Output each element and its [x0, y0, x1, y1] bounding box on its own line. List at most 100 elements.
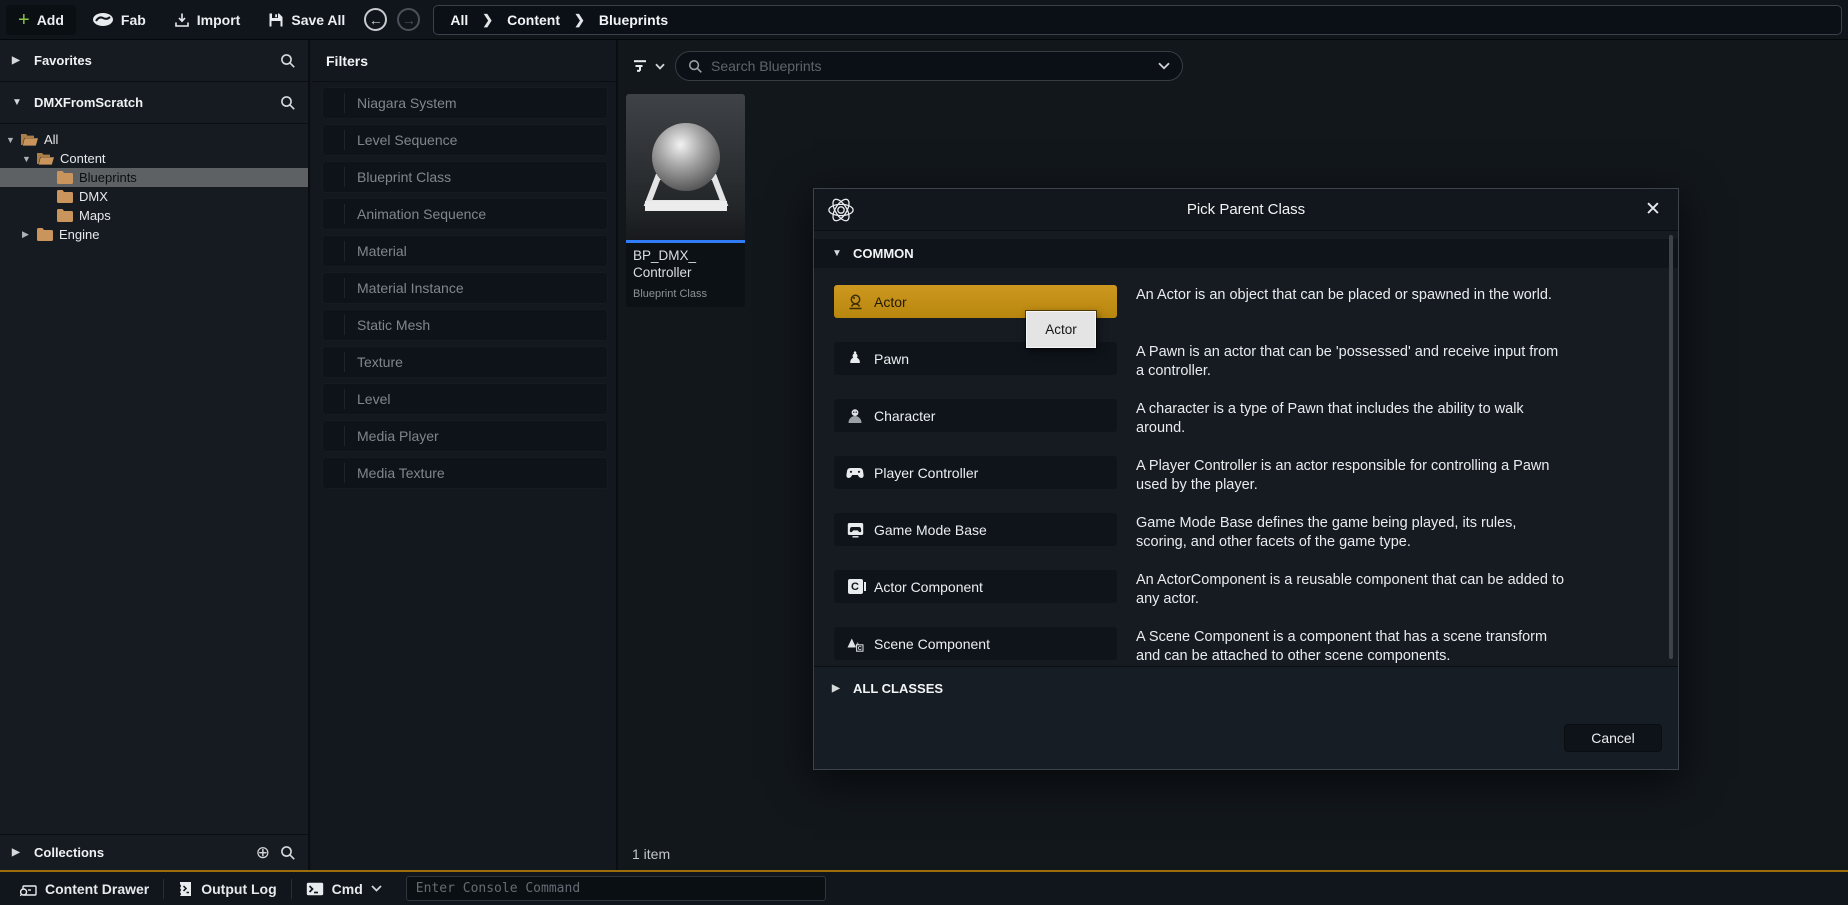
class-row-pawn: ♟ Pawn A Pawn is an actor that can be 'p…	[814, 342, 1678, 399]
asset-caption: BP_DMX_ Controller Blueprint Class	[626, 243, 745, 307]
content-drawer-icon	[20, 881, 37, 897]
filter-material-instance[interactable]: Material Instance	[322, 272, 608, 304]
output-log-button[interactable]: Output Log	[164, 872, 290, 905]
dialog-scrollbar[interactable]	[1669, 235, 1673, 659]
tree-item-label: All	[41, 132, 58, 147]
filter-static-mesh[interactable]: Static Mesh	[322, 309, 608, 341]
actor-icon	[846, 294, 864, 310]
asset-bp-dmx-controller[interactable]: BP_DMX_ Controller Blueprint Class	[626, 94, 745, 307]
filter-level-sequence[interactable]: Level Sequence	[322, 124, 608, 156]
collections-section-header[interactable]: ▶ Collections ⊕	[0, 834, 308, 870]
save-all-button[interactable]: Save All	[256, 5, 357, 35]
caret-right-icon[interactable]: ▶	[12, 847, 24, 858]
fab-button[interactable]: Fab	[80, 5, 158, 35]
search-icon[interactable]	[280, 53, 296, 69]
class-description: An ActorComponent is a reusable componen…	[1136, 570, 1566, 609]
tree-item-blueprints[interactable]: Blueprints	[0, 168, 308, 187]
filter-texture[interactable]: Texture	[322, 346, 608, 378]
folder-closed-icon	[37, 228, 53, 241]
cmd-label: Cmd	[332, 881, 363, 897]
class-option-game-mode-base[interactable]: Game Mode Base	[834, 513, 1117, 546]
output-log-icon	[178, 881, 193, 897]
search-input[interactable]	[711, 58, 1150, 74]
breadcrumb: All ❯ Content ❯ Blueprints	[433, 5, 1842, 35]
save-all-button-label: Save All	[291, 12, 345, 28]
class-option-label: Pawn	[874, 351, 909, 367]
folder-tree: ▼ All ▼ Content Blueprints DMX	[0, 124, 308, 244]
dialog-title: Pick Parent Class	[814, 201, 1678, 218]
filter-blueprint-class[interactable]: Blueprint Class	[322, 161, 608, 193]
all-classes-label: ALL CLASSES	[853, 681, 943, 696]
console-command-input[interactable]	[406, 876, 826, 901]
class-option-character[interactable]: Character	[834, 399, 1117, 432]
class-option-scene-component[interactable]: C Scene Component	[834, 627, 1117, 660]
filter-level[interactable]: Level	[322, 383, 608, 415]
class-description: An Actor is an object that can be placed…	[1136, 285, 1566, 305]
common-section-label: COMMON	[853, 246, 914, 261]
forward-button[interactable]: →	[397, 8, 420, 31]
chevron-right-icon: ❯	[574, 12, 585, 28]
chevron-down-icon[interactable]	[371, 885, 382, 892]
asset-name-line2: Controller	[633, 265, 738, 282]
tree-item-label: Maps	[76, 208, 111, 223]
filter-media-texture[interactable]: Media Texture	[322, 457, 608, 489]
output-log-label: Output Log	[201, 881, 276, 897]
collections-label: Collections	[34, 845, 104, 860]
add-button[interactable]: + Add	[6, 5, 76, 35]
caret-right-icon[interactable]: ▶	[12, 55, 24, 66]
import-button[interactable]: Import	[162, 5, 253, 35]
favorites-section-header[interactable]: ▶ Favorites	[0, 40, 308, 82]
caret-down-icon[interactable]: ▼	[22, 154, 34, 164]
all-classes-section-header[interactable]: ▶ ALL CLASSES	[814, 667, 1678, 696]
filter-animation-sequence[interactable]: Animation Sequence	[322, 198, 608, 230]
cancel-button[interactable]: Cancel	[1564, 724, 1662, 752]
component-icon: C	[846, 579, 864, 594]
content-drawer-button[interactable]: Content Drawer	[6, 872, 163, 905]
asset-name-line1: BP_DMX_	[633, 248, 738, 265]
class-option-label: Scene Component	[874, 636, 990, 652]
scene-component-icon: C	[846, 636, 864, 652]
project-section-header[interactable]: ▼ DMXFromScratch	[0, 82, 308, 124]
content-browser-toolbar: + Add Fab Import Save All ← → All ❯ Cont…	[0, 0, 1848, 40]
class-option-label: Character	[874, 408, 935, 424]
filter-material[interactable]: Material	[322, 235, 608, 267]
tree-item-all[interactable]: ▼ All	[0, 130, 308, 149]
pawn-icon: ♟	[846, 352, 864, 366]
breadcrumb-content[interactable]: Content	[507, 12, 560, 28]
search-icon[interactable]	[280, 95, 296, 111]
class-row-game-mode-base: Game Mode Base Game Mode Base defines th…	[814, 513, 1678, 570]
search-box[interactable]	[675, 51, 1183, 81]
class-row-player-controller: Player Controller A Player Controller is…	[814, 456, 1678, 513]
back-button[interactable]: ←	[364, 8, 387, 31]
class-option-player-controller[interactable]: Player Controller	[834, 456, 1117, 489]
caret-right-icon: ▶	[832, 683, 844, 694]
common-section-header[interactable]: ▼ COMMON	[814, 239, 1678, 268]
tree-item-maps[interactable]: Maps	[0, 206, 308, 225]
item-count-status: 1 item	[632, 846, 670, 862]
chevron-down-icon	[655, 63, 665, 70]
add-collection-icon[interactable]: ⊕	[256, 843, 270, 863]
svg-text:C: C	[857, 645, 861, 651]
chevron-right-icon: ❯	[482, 12, 493, 28]
caret-down-icon[interactable]: ▼	[12, 97, 24, 108]
tree-item-dmx[interactable]: DMX	[0, 187, 308, 206]
caret-down-icon[interactable]: ▼	[6, 135, 18, 145]
tree-item-engine[interactable]: ▶ Engine	[0, 225, 308, 244]
filter-options-button[interactable]	[630, 57, 667, 75]
chevron-down-icon[interactable]	[1158, 62, 1170, 70]
close-icon[interactable]: ✕	[1640, 198, 1666, 221]
tree-item-content[interactable]: ▼ Content	[0, 149, 308, 168]
filter-media-player[interactable]: Media Player	[322, 420, 608, 452]
breadcrumb-blueprints[interactable]: Blueprints	[599, 12, 668, 28]
breadcrumb-all[interactable]: All	[450, 12, 468, 28]
caret-right-icon[interactable]: ▶	[22, 229, 34, 240]
import-button-label: Import	[197, 12, 241, 28]
tree-item-label: DMX	[76, 189, 108, 204]
class-option-actor-component[interactable]: C Actor Component	[834, 570, 1117, 603]
cmd-button[interactable]: Cmd	[292, 872, 396, 905]
import-icon	[174, 12, 190, 28]
search-icon[interactable]	[280, 845, 296, 861]
filter-niagara-system[interactable]: Niagara System	[322, 87, 608, 119]
class-option-label: Player Controller	[874, 465, 978, 481]
class-description: A Pawn is an actor that can be 'possesse…	[1136, 342, 1566, 381]
